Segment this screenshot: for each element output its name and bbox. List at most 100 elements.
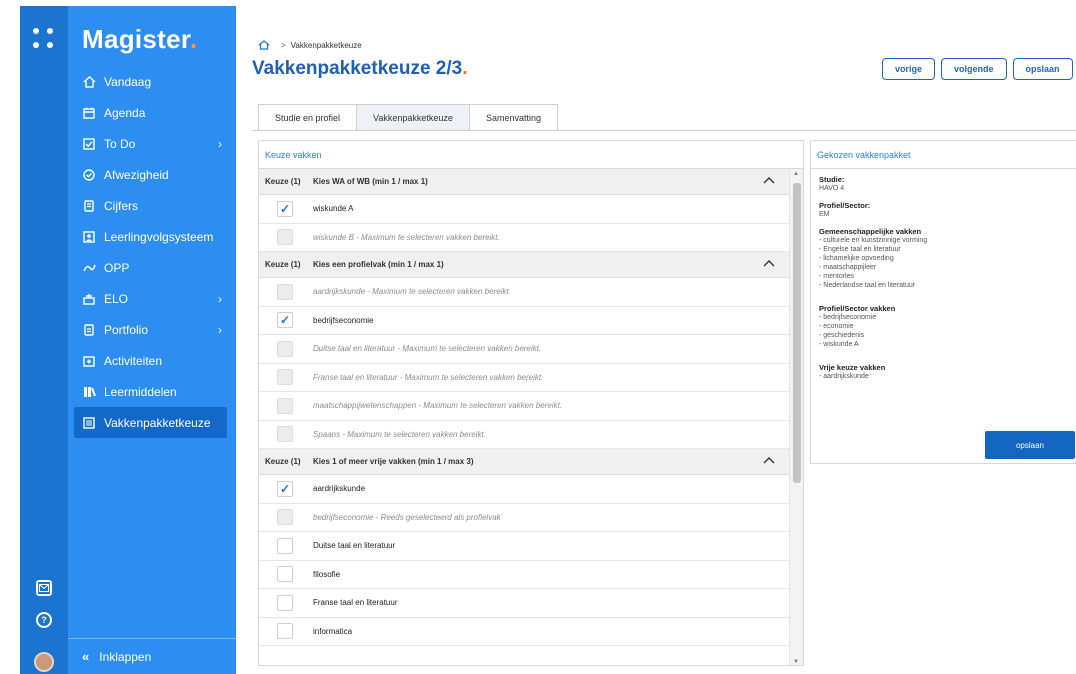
prev-button[interactable]: vorige <box>882 58 936 80</box>
collapse-button[interactable]: « Inklappen <box>68 638 236 674</box>
sidebar-item-to-do[interactable]: To Do › <box>68 128 236 159</box>
sidebar-item-leermiddelen[interactable]: Leermiddelen <box>68 376 236 407</box>
subject-checkbox[interactable]: ✓ <box>277 200 293 217</box>
help-icon[interactable]: ? <box>36 612 52 628</box>
double-chevron-left-icon: « <box>82 649 90 664</box>
group-keuze-count: Keuze (1) <box>265 177 301 186</box>
scroll-thumb[interactable] <box>793 183 801 483</box>
list-item: ✓ bedrijfseconomie <box>259 307 791 335</box>
sidebar-item-vakkenpakketkeuze[interactable]: Vakkenpakketkeuze <box>74 407 227 438</box>
subject-label: Duitse taal en literatuur - Maximum te s… <box>313 344 542 354</box>
list-item: Duitse taal en literatuur - Maximum te s… <box>259 335 791 364</box>
list-item: Spaans - Maximum te selecteren vakken be… <box>259 421 791 449</box>
group-title: Kies een profielvak (min 1 / max 1) <box>313 260 444 269</box>
collapse-caret-icon[interactable] <box>763 455 775 465</box>
profiel-heading: Profiel/Sector: <box>819 201 871 210</box>
sidebar-item-activiteiten[interactable]: Activiteiten <box>68 345 236 376</box>
profiel-vakken-heading: Profiel/Sector vakken <box>819 304 896 313</box>
subject-label: informatica <box>313 626 353 636</box>
breadcrumb-current: Vakkenpakketkeuze <box>290 40 362 50</box>
tab-bar: Studie en profiel Vakkenpakketkeuze Same… <box>258 104 558 130</box>
breadcrumb: > Vakkenpakketkeuze <box>258 40 362 50</box>
panel-save-button[interactable]: opslaan <box>985 431 1075 459</box>
group-header[interactable]: Keuze (1) Kies een profielvak (min 1 / ma… <box>259 252 791 278</box>
sidebar-item-opp[interactable]: OPP <box>68 252 236 283</box>
chevron-right-icon: › <box>218 322 222 337</box>
brand-logo[interactable]: Magister. <box>82 24 197 55</box>
sidebar-item-cijfers[interactable]: Cijfers <box>68 190 236 221</box>
avatar[interactable] <box>34 652 54 672</box>
list-item: wiskunde B - Maximum te selecteren vakke… <box>259 224 791 252</box>
collapse-caret-icon[interactable] <box>763 258 775 268</box>
group-title: Kies 1 of meer vrije vakken (min 1 / max… <box>313 457 474 466</box>
sidebar-item-label: Afwezigheid <box>104 167 169 182</box>
tab-studie-en-profiel[interactable]: Studie en profiel <box>258 104 358 130</box>
sidebar-item-agenda[interactable]: Agenda <box>68 97 236 128</box>
sidebar-item-label: Vandaag <box>104 74 152 89</box>
sidebar-item-afwezigheid[interactable]: Afwezigheid <box>68 159 236 190</box>
subject-label: Spaans - Maximum te selecteren vakken be… <box>313 429 486 439</box>
group-title: Kies WA of WB (min 1 / max 1) <box>313 177 428 186</box>
calendar-icon <box>82 106 96 120</box>
list-item: Franse taal en literatuur - Maximum te s… <box>259 364 791 392</box>
profiel-value: EM <box>819 211 830 218</box>
subject-label: maatschappijwetenschappen - Maximum te s… <box>313 401 563 411</box>
save-button[interactable]: opslaan <box>1012 58 1073 80</box>
sidebar-item-vandaag[interactable]: Vandaag <box>68 66 236 97</box>
subject-checkbox <box>277 426 293 443</box>
tab-samenvatting[interactable]: Samenvatting <box>468 104 558 130</box>
summary-item: - bedrijfseconomie <box>819 314 877 321</box>
next-button[interactable]: volgende <box>941 58 1007 80</box>
scroll-up-icon[interactable]: ▲ <box>793 171 799 177</box>
subject-checkbox[interactable] <box>277 594 293 611</box>
subject-checkbox[interactable] <box>277 566 293 583</box>
sidebar-item-elo[interactable]: ELO › <box>68 283 236 314</box>
list-item: filosofie <box>259 561 791 589</box>
scroll-down-icon[interactable]: ▼ <box>793 659 799 665</box>
summary-item: - maatschappijleer <box>819 264 877 271</box>
app-switcher-icon[interactable] <box>33 28 55 50</box>
group-header[interactable]: Keuze (1) Kies WA of WB (min 1 / max 1) <box>259 169 791 195</box>
collapse-label: Inklappen <box>99 649 152 664</box>
chevron-right-icon: › <box>218 136 222 151</box>
group-keuze-count: Keuze (1) <box>265 457 301 466</box>
studie-heading: Studie: <box>819 175 845 184</box>
app-rail: ? <box>20 6 68 674</box>
home-icon[interactable] <box>258 40 270 50</box>
list-item: ✓ aardrijkskunde <box>259 475 791 504</box>
summary-item: - economie <box>819 323 854 330</box>
subject-label: Franse taal en literatuur <box>313 598 398 608</box>
subject-label: Franse taal en literatuur - Maximum te s… <box>313 372 544 382</box>
vrije-keuze-heading: Vrije keuze vakken <box>819 363 886 372</box>
gemeenschappelijk-list: - culturele en kunstzinnige vorming - Eng… <box>819 236 1068 290</box>
choice-list: Keuze (1) Kies WA of WB (min 1 / max 1) ✓ w… <box>259 169 791 646</box>
subject-checkbox[interactable] <box>277 623 293 640</box>
group-header[interactable]: Keuze (1) Kies 1 of meer vrije vakken (mi… <box>259 449 791 475</box>
choice-panel: Keuze vakken Keuze (1) Kies WA of WB (min… <box>258 140 804 666</box>
home-icon <box>82 75 96 89</box>
sidebar-item-portfolio[interactable]: Portfolio › <box>68 314 236 345</box>
selected-package-panel: Gekozen vakkenpakket Studie: HAVO 4 Prof… <box>810 140 1076 464</box>
selected-package-title: Gekozen vakkenpakket <box>811 141 1076 169</box>
subject-label: aardrijkskunde <box>313 484 366 494</box>
list-item: Duitse taal en literatuur <box>259 532 791 561</box>
sidebar-item-label: Portfolio <box>104 322 149 337</box>
page-title: Vakkenpakketkeuze 2/3. <box>252 58 468 79</box>
main-content: > Vakkenpakketkeuze Vakkenpakketkeuze 2/… <box>236 0 1076 674</box>
books-icon <box>82 385 96 399</box>
subject-checkbox[interactable] <box>277 537 293 554</box>
mail-icon[interactable] <box>36 580 52 596</box>
sidebar-item-leerlingvolgsysteem[interactable]: Leerlingvolgsysteem <box>68 221 236 252</box>
collapse-caret-icon[interactable] <box>763 175 775 185</box>
grades-icon <box>82 199 96 213</box>
subject-checkbox[interactable]: ✓ <box>277 480 293 497</box>
subject-checkbox[interactable]: ✓ <box>277 312 293 329</box>
choice-scrollbar[interactable]: ▲ ▼ <box>789 169 803 665</box>
tab-vakkenpakketkeuze[interactable]: Vakkenpakketkeuze <box>356 104 470 130</box>
subject-label: wiskunde B - Maximum te selecteren vakke… <box>313 232 500 242</box>
subject-checkbox <box>277 509 293 526</box>
summary-item: - aardrijkskunde <box>819 373 869 380</box>
sidebar: Magister. Vandaag Agenda To Do › Afwezigheid… <box>68 6 236 674</box>
group-keuze-count: Keuze (1) <box>265 260 301 269</box>
summary-item: - culturele en kunstzinnige vorming <box>819 237 928 244</box>
